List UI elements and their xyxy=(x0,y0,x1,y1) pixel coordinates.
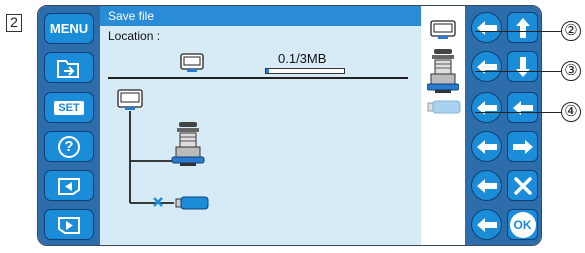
next-page-button[interactable] xyxy=(44,209,94,240)
tree-usb-media-icon xyxy=(175,196,209,210)
open-folder-button[interactable] xyxy=(44,52,94,83)
save-to-unit-button[interactable] xyxy=(471,51,502,82)
help-button[interactable]: ? xyxy=(44,131,94,162)
left-arrow-button-4[interactable] xyxy=(471,131,502,162)
left-button-bar: MENU SET ? xyxy=(38,6,100,245)
callout-line-2 xyxy=(475,31,561,33)
callout-line-3 xyxy=(475,71,561,73)
dest-embroidery-unit-icon xyxy=(427,49,459,93)
ok-button-label: OK xyxy=(513,217,532,232)
left-arrow-button-6[interactable] xyxy=(471,209,502,240)
back-button[interactable] xyxy=(507,92,538,123)
ok-button[interactable]: OK xyxy=(507,209,538,240)
close-icon xyxy=(513,176,532,195)
arrow-left-icon xyxy=(476,217,497,232)
arrow-up-icon xyxy=(515,17,530,38)
save-file-panel: Save file Location : 0.1/3MB xyxy=(100,6,421,245)
scroll-up-button[interactable] xyxy=(507,12,538,43)
arrow-left-icon xyxy=(476,20,497,35)
left-arrow-button-5[interactable] xyxy=(471,170,502,201)
dest-usb-media-icon xyxy=(427,100,461,114)
header-title: Save file xyxy=(100,6,421,26)
not-connected-x-icon xyxy=(153,197,163,207)
memory-usage-bar xyxy=(265,68,345,74)
callout-3: ③ xyxy=(561,61,581,81)
ok-icon: OK xyxy=(509,211,536,238)
arrow-left-icon xyxy=(476,139,497,154)
tree-machine-memory-icon xyxy=(117,89,143,110)
prev-page-icon xyxy=(58,177,80,195)
divider xyxy=(108,77,408,79)
arrow-down-icon xyxy=(515,56,530,77)
help-icon-label: ? xyxy=(64,138,74,155)
tree-embroidery-unit-icon xyxy=(171,122,205,166)
callout-line-4 xyxy=(475,112,561,114)
arrow-left-icon xyxy=(476,178,497,193)
next-page-icon xyxy=(58,216,80,234)
set-button[interactable]: SET xyxy=(44,92,94,123)
menu-button-label: MENU xyxy=(49,21,89,36)
memory-usage-text: 0.1/3MB xyxy=(278,51,327,66)
save-to-usb-button[interactable] xyxy=(471,92,502,123)
machine-screen: MENU SET ? Save file Location: 0.1/3MB … xyxy=(37,5,542,246)
memory-usage-fill xyxy=(266,69,269,73)
callout-4: ④ xyxy=(561,102,581,122)
help-icon: ? xyxy=(58,135,80,158)
cancel-button[interactable] xyxy=(507,170,538,201)
previous-page-button[interactable] xyxy=(44,170,94,201)
forward-button[interactable] xyxy=(507,131,538,162)
destination-column xyxy=(421,6,465,245)
menu-button[interactable]: MENU xyxy=(44,13,94,44)
arrow-right-icon xyxy=(512,139,533,154)
save-to-machine-button[interactable] xyxy=(471,12,502,43)
right-button-bar: OK xyxy=(465,6,541,245)
machine-memory-icon xyxy=(180,53,204,72)
callout-2: ② xyxy=(561,21,581,41)
step-number: 2 xyxy=(6,14,22,32)
scroll-down-button[interactable] xyxy=(507,51,538,82)
set-button-label: SET xyxy=(54,100,84,115)
location-tree xyxy=(117,89,209,210)
dest-machine-icon xyxy=(430,20,456,39)
folder-arrow-icon xyxy=(57,59,79,78)
location-label: Location : xyxy=(108,29,161,43)
